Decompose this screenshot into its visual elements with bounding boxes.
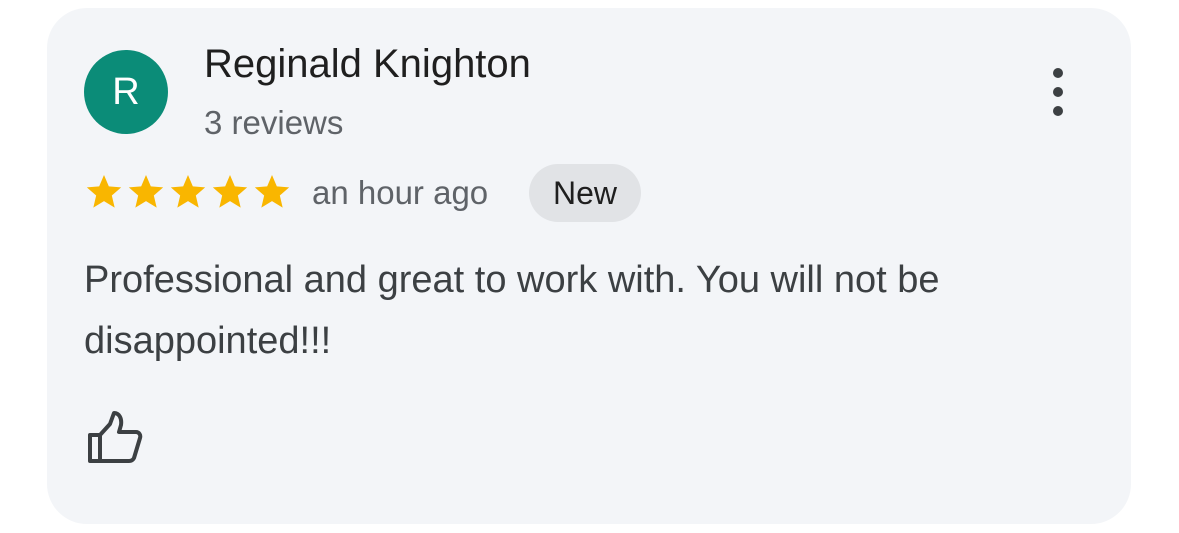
more-vertical-icon-dot [1053,106,1063,116]
thumbs-up-icon [88,411,143,463]
star-icon [254,175,290,208]
avatar[interactable]: R [84,50,168,134]
like-button[interactable] [84,408,144,468]
review-card: R Reginald Knighton 3 reviews an hour ag… [47,8,1131,524]
review-count: 3 reviews [204,104,344,141]
new-badge: New [529,164,642,222]
reviewer-name[interactable]: Reginald Knighton [204,42,531,87]
more-options-button[interactable] [1032,66,1084,118]
more-vertical-icon-dot [1053,87,1063,97]
review-text: Professional and great to work with. You… [84,259,940,362]
star-icon [170,175,206,208]
star-icon [128,175,164,208]
star-icon [86,175,122,208]
avatar-initial: R [112,70,140,113]
review-time: an hour ago [312,174,489,211]
more-vertical-icon [1053,68,1063,78]
star-rating [84,171,292,213]
star-icon [212,175,248,208]
